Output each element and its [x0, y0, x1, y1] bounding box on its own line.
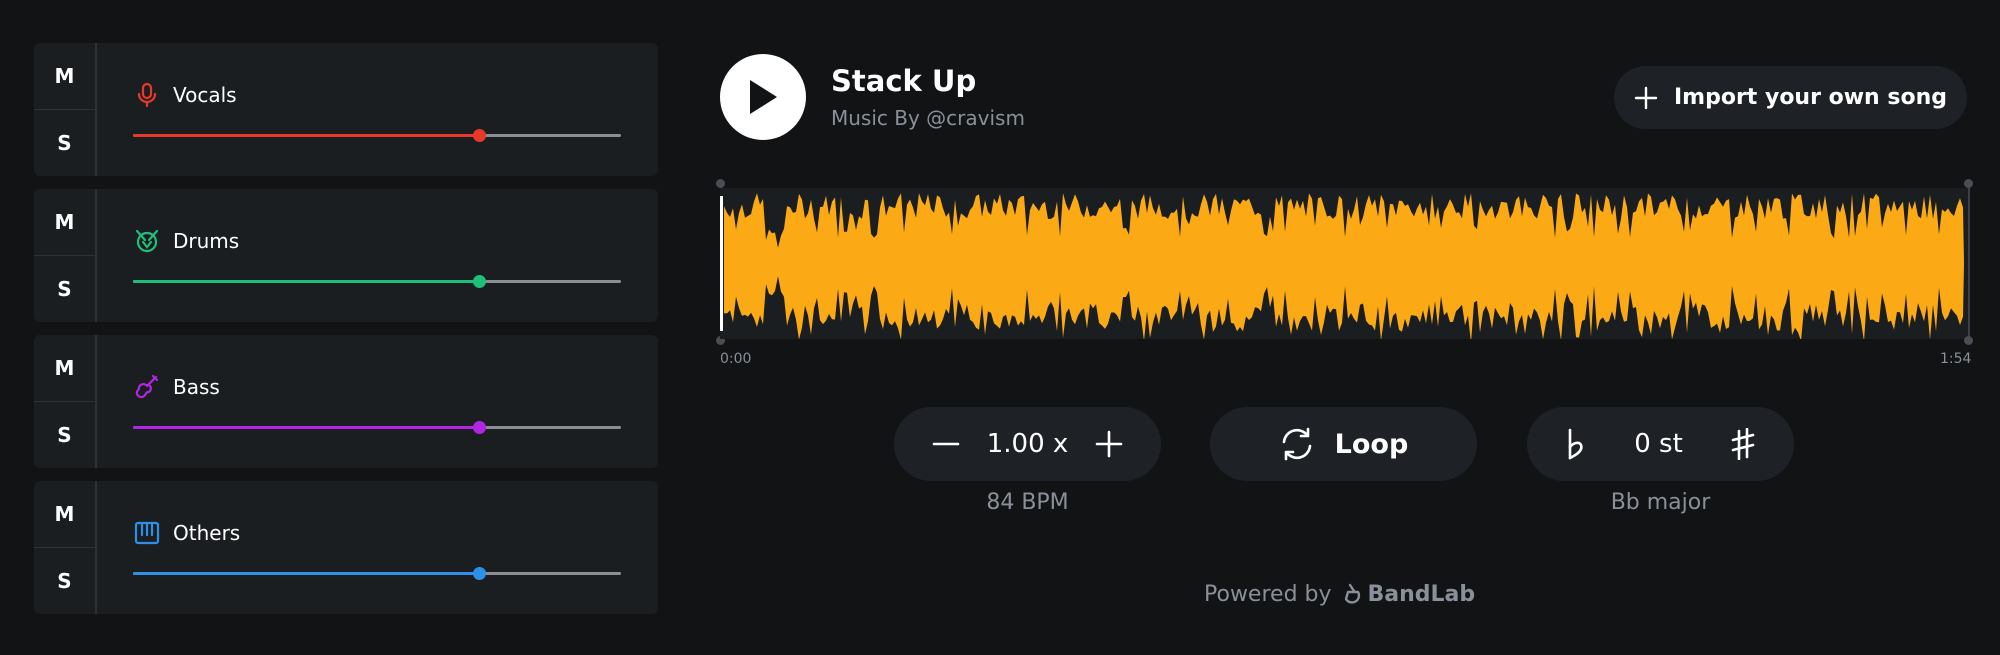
mute-button[interactable]: M	[34, 189, 95, 256]
pitch-sharp-button[interactable]	[1730, 428, 1756, 460]
handle-dot	[1964, 179, 1973, 188]
bandlab-link[interactable]: BandLab	[1342, 582, 1476, 607]
bpm-label: 84 BPM	[986, 490, 1069, 515]
mute-button[interactable]: M	[34, 481, 95, 548]
volume-slider[interactable]	[133, 420, 621, 434]
plus-icon	[1634, 86, 1658, 110]
slider-knob[interactable]	[473, 275, 487, 288]
playhead[interactable]	[720, 196, 723, 331]
song-artist: Music By @cravism	[831, 106, 1025, 130]
track-header: Drums	[134, 228, 239, 254]
speed-decrease-button[interactable]	[932, 430, 960, 458]
mute-solo-group: M S	[34, 43, 97, 176]
track-header: Others	[134, 520, 240, 546]
slider-fill	[133, 572, 480, 575]
trim-handle-end[interactable]	[1964, 179, 1973, 345]
mute-solo-group: M S	[34, 189, 97, 322]
speed-value: 1.00 x	[986, 429, 1069, 459]
solo-button[interactable]: S	[34, 402, 95, 468]
key-label: Bb major	[1610, 490, 1711, 515]
slider-fill	[133, 426, 480, 429]
track-list: M S Vocals M S Drums M S Bass M S Others	[34, 43, 658, 627]
track-drums: M S Drums	[34, 189, 658, 322]
mute-solo-group: M S	[34, 335, 97, 468]
slider-fill	[133, 280, 480, 283]
piano-keys-icon	[134, 520, 160, 546]
pitch-flat-button[interactable]	[1565, 428, 1587, 460]
track-name: Bass	[173, 375, 220, 399]
play-icon	[750, 80, 777, 114]
time-start: 0:00	[720, 351, 752, 367]
slider-knob[interactable]	[473, 129, 487, 142]
play-button[interactable]	[720, 54, 806, 140]
song-title: Stack Up	[831, 64, 977, 98]
solo-button[interactable]: S	[34, 256, 95, 322]
pitch-control: 0 st	[1527, 407, 1794, 481]
brand-name: BandLab	[1367, 582, 1476, 607]
volume-slider[interactable]	[133, 566, 621, 580]
volume-slider[interactable]	[133, 274, 621, 288]
solo-button[interactable]: S	[34, 110, 95, 176]
import-song-button[interactable]: Import your own song	[1614, 66, 1967, 129]
minus-icon	[932, 442, 960, 446]
track-header: Bass	[134, 374, 220, 400]
speed-increase-button[interactable]	[1095, 430, 1123, 458]
mute-solo-group: M S	[34, 481, 97, 614]
sharp-icon	[1731, 428, 1755, 460]
slider-fill	[133, 134, 480, 137]
slider-knob[interactable]	[473, 421, 487, 434]
plus-icon	[1095, 430, 1123, 458]
handle-dot	[1964, 336, 1973, 345]
microphone-icon	[134, 82, 160, 108]
handle-dot	[716, 179, 725, 188]
bandlab-logo-icon	[1344, 583, 1360, 604]
volume-slider[interactable]	[133, 128, 621, 142]
bass-guitar-icon	[134, 374, 160, 400]
loop-icon	[1282, 427, 1311, 461]
waveform-shape	[724, 193, 1964, 339]
waveform[interactable]	[720, 188, 1970, 339]
mute-button[interactable]: M	[34, 43, 95, 110]
powered-by: Powered by BandLab	[1204, 582, 1475, 607]
track-bass: M S Bass	[34, 335, 658, 468]
track-others: M S Others	[34, 481, 658, 614]
speed-control: 1.00 x	[894, 407, 1161, 481]
mute-button[interactable]: M	[34, 335, 95, 402]
track-name: Drums	[173, 229, 240, 253]
loop-label: Loop	[1334, 428, 1409, 460]
track-vocals: M S Vocals	[34, 43, 658, 176]
time-end: 1:54	[1940, 351, 1972, 367]
flat-icon	[1568, 428, 1583, 460]
powered-by-text: Powered by	[1204, 582, 1332, 607]
slider-knob[interactable]	[473, 567, 487, 580]
pitch-value: 0 st	[1634, 429, 1683, 459]
import-label: Import your own song	[1673, 85, 1947, 110]
drum-icon	[134, 228, 160, 254]
solo-button[interactable]: S	[34, 548, 95, 614]
track-name: Vocals	[173, 83, 237, 107]
loop-button[interactable]: Loop	[1210, 407, 1477, 481]
track-header: Vocals	[134, 82, 237, 108]
track-name: Others	[173, 521, 241, 545]
